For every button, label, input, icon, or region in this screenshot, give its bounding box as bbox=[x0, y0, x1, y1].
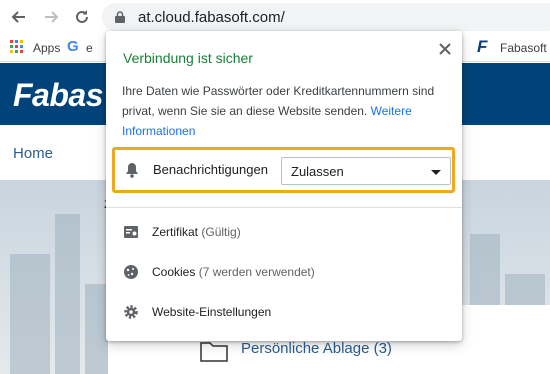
url-text[interactable]: at.cloud.fabasoft.com/ bbox=[138, 9, 285, 26]
arrow-right-icon bbox=[45, 11, 59, 23]
arrow-left-icon bbox=[11, 11, 25, 23]
bookmark-apps[interactable]: Apps bbox=[33, 41, 60, 55]
notifications-permission-row: Benachrichtigungen Zulassen bbox=[112, 147, 455, 193]
fabasoft-favicon-icon[interactable]: F bbox=[477, 37, 487, 57]
cookies-item[interactable]: Cookies (7 werden verwendet) bbox=[106, 254, 462, 290]
notifications-select-value[interactable]: Zulassen bbox=[291, 164, 344, 179]
certificate-item[interactable]: Zertifikat (Gültig) bbox=[106, 214, 462, 250]
folder-icon[interactable] bbox=[200, 340, 228, 362]
folder-link[interactable]: Persönliche Ablage (3) bbox=[241, 340, 392, 357]
bell-icon bbox=[126, 163, 138, 178]
bookmark-fabasoft[interactable]: Fabasoft bbox=[500, 41, 547, 55]
address-bar[interactable]: at.cloud.fabasoft.com/ bbox=[102, 3, 550, 31]
site-logo[interactable]: Fabas bbox=[13, 77, 103, 114]
connection-description: Ihre Daten wie Passwörter oder Kreditkar… bbox=[122, 81, 442, 141]
apps-grid-icon[interactable] bbox=[10, 40, 24, 54]
certificate-icon bbox=[124, 226, 138, 238]
google-icon[interactable]: G bbox=[67, 38, 79, 55]
gear-icon bbox=[124, 305, 138, 319]
back-button[interactable] bbox=[8, 6, 30, 28]
divider bbox=[106, 207, 462, 208]
bookmark-google-label[interactable]: e bbox=[86, 41, 93, 55]
site-settings-label[interactable]: Website-Einstellungen bbox=[152, 305, 271, 319]
site-settings-item[interactable]: Website-Einstellungen bbox=[106, 294, 462, 330]
cookies-status: (7 werden verwendet) bbox=[198, 265, 315, 279]
chevron-down-icon[interactable] bbox=[431, 170, 441, 175]
cookie-icon bbox=[124, 265, 138, 279]
certificate-label[interactable]: Zertifikat (Gültig) bbox=[152, 225, 241, 239]
nav-home-link[interactable]: Home bbox=[13, 145, 53, 162]
connection-secure-title: Verbindung ist sicher bbox=[123, 50, 253, 66]
reload-icon bbox=[76, 10, 88, 23]
browser-toolbar: at.cloud.fabasoft.com/ bbox=[0, 0, 550, 34]
close-icon[interactable] bbox=[437, 41, 453, 57]
site-info-popup: Verbindung ist sicher Ihre Daten wie Pas… bbox=[106, 31, 462, 341]
certificate-status: (Gültig) bbox=[201, 225, 241, 239]
reload-button[interactable] bbox=[71, 6, 93, 28]
notifications-label: Benachrichtigungen bbox=[153, 162, 268, 177]
forward-button[interactable] bbox=[40, 6, 62, 28]
cookies-label[interactable]: Cookies (7 werden verwendet) bbox=[152, 265, 315, 279]
lock-icon[interactable] bbox=[115, 11, 125, 23]
notifications-select[interactable]: Zulassen bbox=[281, 157, 451, 185]
